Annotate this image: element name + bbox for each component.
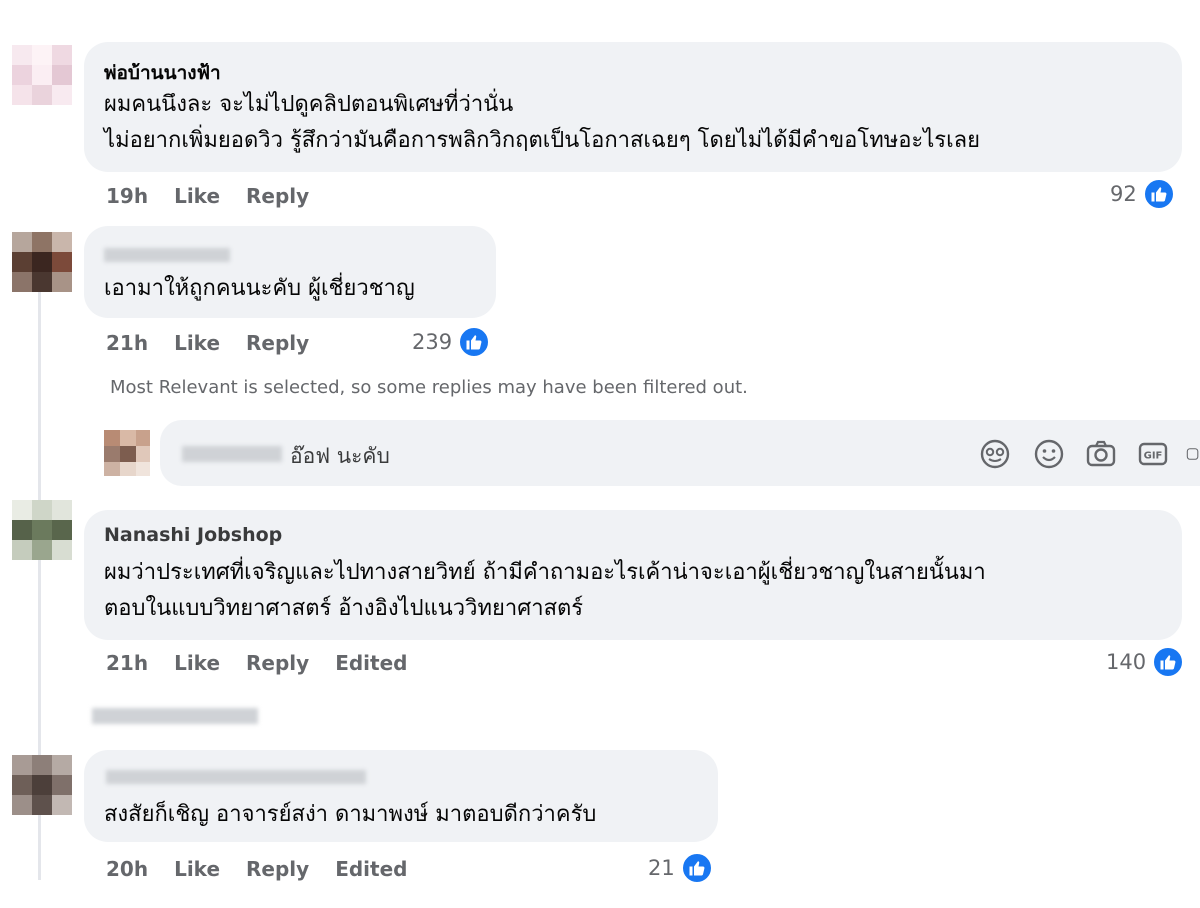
reply-button[interactable]: Reply (246, 857, 309, 881)
reply-button[interactable]: Reply (246, 651, 309, 675)
like-count: 140 (1106, 650, 1147, 674)
sticker-pack-icon[interactable] (1186, 437, 1200, 471)
reaction-count[interactable]: 21 (648, 852, 713, 884)
comment-time[interactable]: 21h (106, 331, 148, 355)
comment-text-line: ผมว่าประเทศที่เจริญและไปทางสายวิทย์ ถ้าม… (104, 560, 986, 585)
edited-label[interactable]: Edited (335, 651, 407, 675)
reaction-count[interactable]: 92 (1110, 178, 1175, 210)
comment-bubble: สงสัยก็เชิญ อาจารย์สง่า ดามาพงษ์ มาตอบดี… (84, 750, 718, 842)
blurred-replies-link[interactable] (92, 708, 258, 724)
like-count: 92 (1110, 182, 1137, 206)
comment-text-line: เอามาให้ถูกคนนะคับ ผู้เชี่ยวชาญ (104, 276, 415, 301)
composer-avatar (104, 430, 150, 476)
thumbs-up-icon (680, 852, 713, 884)
gif-icon[interactable]: GIF (1136, 437, 1170, 471)
svg-text:GIF: GIF (1144, 451, 1163, 462)
composer-input-text[interactable]: อ๊อฟ นะคับ (290, 440, 390, 473)
comment-actions: 19h Like Reply (106, 184, 335, 208)
comment-text-line: สงสัยก็เชิญ อาจารย์สง่า ดามาพงษ์ มาตอบดี… (104, 802, 597, 827)
thumbs-up-icon (1142, 178, 1175, 210)
blurred-mention (182, 446, 282, 462)
like-button[interactable]: Like (174, 184, 220, 208)
reply-button[interactable]: Reply (246, 331, 309, 355)
like-button[interactable]: Like (174, 651, 220, 675)
filter-notice: Most Relevant is selected, so some repli… (110, 377, 748, 398)
comment-author[interactable]: พ่อบ้านนางฟ้า (104, 58, 221, 88)
like-count: 239 (412, 330, 453, 354)
comment-bubble: เอามาให้ถูกคนนะคับ ผู้เชี่ยวชาญ (84, 226, 496, 318)
emoji-icon[interactable] (1032, 437, 1066, 471)
edited-label[interactable]: Edited (335, 857, 407, 881)
like-button[interactable]: Like (174, 857, 220, 881)
avatar[interactable] (12, 755, 72, 815)
comment-text-line: ไม่อยากเพิ่มยอดวิว รู้สึกว่ามันคือการพลิ… (104, 128, 980, 153)
comment-text-line: ผมคนนึงละ จะไม่ไปดูคลิปตอนพิเศษที่ว่านั่… (104, 92, 514, 117)
comment-text-line: ตอบในแบบวิทยาศาสตร์ อ้างอิงไปแนววิทยาศาส… (104, 596, 584, 621)
like-count: 21 (648, 856, 675, 880)
thumbs-up-icon (458, 326, 491, 358)
sticker-icon[interactable] (978, 437, 1012, 471)
camera-icon[interactable] (1084, 437, 1118, 471)
avatar[interactable] (12, 45, 72, 105)
comment-actions: 20h Like Reply Edited (106, 857, 433, 881)
comment-author[interactable]: Nanashi Jobshop (104, 524, 282, 546)
avatar[interactable] (12, 500, 72, 560)
comment-bubble: Nanashi Jobshop ผมว่าประเทศที่เจริญและไป… (84, 510, 1182, 640)
reaction-count[interactable]: 239 (412, 326, 491, 358)
comment-bubble: พ่อบ้านนางฟ้า ผมคนนึงละ จะไม่ไปดูคลิปตอน… (84, 42, 1182, 172)
comment-time[interactable]: 19h (106, 184, 148, 208)
reply-button[interactable]: Reply (246, 184, 309, 208)
comment-time[interactable]: 20h (106, 857, 148, 881)
blurred-author-name (104, 248, 230, 262)
comment-time[interactable]: 21h (106, 651, 148, 675)
comment-actions: 21h Like Reply Edited (106, 651, 433, 675)
reply-composer[interactable]: อ๊อฟ นะคับ GIF (160, 420, 1200, 486)
reaction-count[interactable]: 140 (1106, 646, 1185, 678)
blurred-author-name (106, 770, 366, 784)
like-button[interactable]: Like (174, 331, 220, 355)
thumbs-up-icon (1152, 646, 1185, 678)
comment-actions: 21h Like Reply (106, 331, 335, 355)
avatar[interactable] (12, 232, 72, 292)
